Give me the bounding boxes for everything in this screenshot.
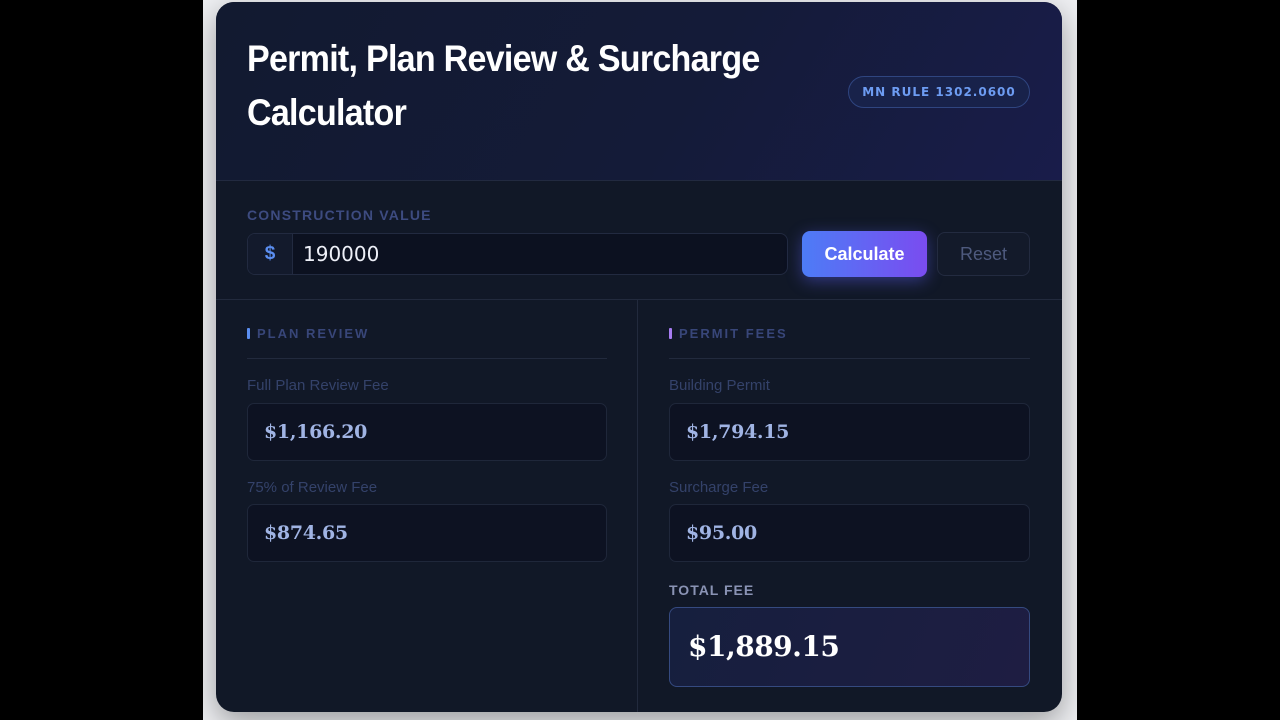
construction-value-label: CONSTRUCTION VALUE xyxy=(247,207,432,223)
full-plan-review-fee-box: $1,166.20 xyxy=(247,403,607,461)
permit-fees-divider xyxy=(669,358,1030,359)
full-plan-review-fee-label: Full Plan Review Fee xyxy=(247,377,389,394)
rule-badge: MN RULE 1302.0600 xyxy=(848,76,1030,108)
plan-review-heading: PLAN REVIEW xyxy=(247,326,369,341)
total-fee-box: $1,889.15 xyxy=(669,607,1030,687)
partial-review-fee-box: $874.65 xyxy=(247,504,607,562)
construction-value-section: CONSTRUCTION VALUE $ Calculate Reset xyxy=(216,181,1062,300)
surcharge-fee-value: $95.00 xyxy=(686,522,757,544)
partial-review-fee-label: 75% of Review Fee xyxy=(247,479,378,496)
reset-button[interactable]: Reset xyxy=(937,232,1030,276)
building-permit-label: Building Permit xyxy=(669,377,770,394)
calculator-card: Permit, Plan Review & Surcharge Calculat… xyxy=(216,2,1062,712)
surcharge-fee-label: Surcharge Fee xyxy=(669,479,769,496)
partial-review-fee-value: $874.65 xyxy=(264,522,348,544)
permit-fees-accent-bar xyxy=(669,328,672,339)
plan-review-heading-text: PLAN REVIEW xyxy=(257,326,370,341)
permit-fees-heading: PERMIT FEES xyxy=(669,326,788,341)
construction-value-input-group: $ xyxy=(247,233,788,275)
plan-review-accent-bar xyxy=(247,328,250,339)
calculate-button[interactable]: Calculate xyxy=(802,231,927,277)
total-fee-value: $1,889.15 xyxy=(688,630,840,663)
building-permit-box: $1,794.15 xyxy=(669,403,1030,461)
column-divider xyxy=(637,300,638,712)
dollar-sign-icon: $ xyxy=(248,234,293,274)
full-plan-review-fee-value: $1,166.20 xyxy=(264,421,368,443)
total-fee-label: TOTAL FEE xyxy=(669,582,755,598)
permit-fees-heading-text: PERMIT FEES xyxy=(679,326,788,341)
plan-review-divider xyxy=(247,358,607,359)
card-header: Permit, Plan Review & Surcharge Calculat… xyxy=(216,2,1062,181)
page-title: Permit, Plan Review & Surcharge Calculat… xyxy=(247,38,760,133)
construction-value-input[interactable] xyxy=(293,234,783,274)
surcharge-fee-box: $95.00 xyxy=(669,504,1030,562)
building-permit-value: $1,794.15 xyxy=(686,421,790,443)
